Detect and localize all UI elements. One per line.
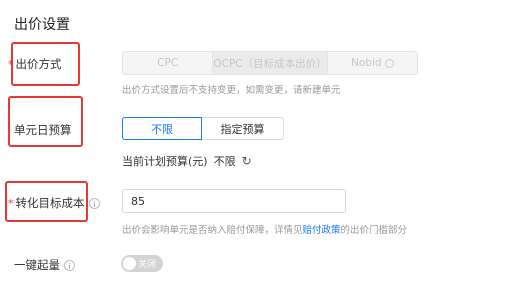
one-click-label: 一键起量 — [14, 257, 75, 273]
compensation-policy-link[interactable]: 赔付政策 — [303, 225, 341, 236]
target-cost-hint: 出价会影响单元是否纳入赔付保障，详情见赔付政策的出价门槛部分 — [122, 225, 408, 236]
toggle-text: 关闭 — [138, 260, 157, 270]
required-mark: * — [8, 57, 14, 71]
budget-option-unlimited[interactable]: 不限 — [122, 117, 202, 140]
toggle-knob — [123, 257, 136, 270]
bid-option-nobid[interactable]: Nobid — [328, 52, 417, 74]
daily-budget-label: 单元日预算 — [14, 123, 72, 137]
budget-option-specified[interactable]: 指定预算 — [202, 117, 284, 140]
current-plan-budget-value: 不限 — [213, 155, 236, 168]
required-mark: * — [8, 196, 14, 210]
info-icon[interactable] — [88, 197, 100, 209]
refresh-icon[interactable]: ↻ — [242, 155, 252, 167]
bid-method-label-text: 出价方式 — [15, 57, 62, 71]
target-cost-label-text: 转化目标成本 — [15, 196, 85, 210]
bid-method-label: * 出价方式 — [8, 56, 62, 72]
bid-option-cpc[interactable]: CPC — [123, 52, 214, 74]
target-cost-label: * 转化目标成本 — [8, 195, 100, 211]
current-plan-budget: 当前计划预算(元) 不限 ↻ — [122, 153, 252, 169]
current-plan-budget-label: 当前计划预算(元) — [122, 155, 208, 168]
info-icon — [384, 58, 394, 68]
info-icon[interactable] — [64, 259, 75, 271]
target-cost-input[interactable]: 85 — [122, 189, 346, 213]
one-click-toggle[interactable]: 关闭 — [121, 255, 163, 272]
daily-budget-segmented[interactable]: 不限 指定预算 — [122, 117, 284, 140]
one-click-label-text: 一键起量 — [14, 258, 60, 272]
bid-option-ocpc[interactable]: OCPC（目标成本出价） — [213, 52, 328, 74]
bid-method-segmented[interactable]: CPC OCPC（目标成本出价） Nobid — [122, 51, 418, 75]
bid-method-hint: 出价方式设置后不支持变更，如需变更，请新建单元 — [122, 85, 341, 96]
section-title: 出价设置 — [14, 17, 70, 33]
